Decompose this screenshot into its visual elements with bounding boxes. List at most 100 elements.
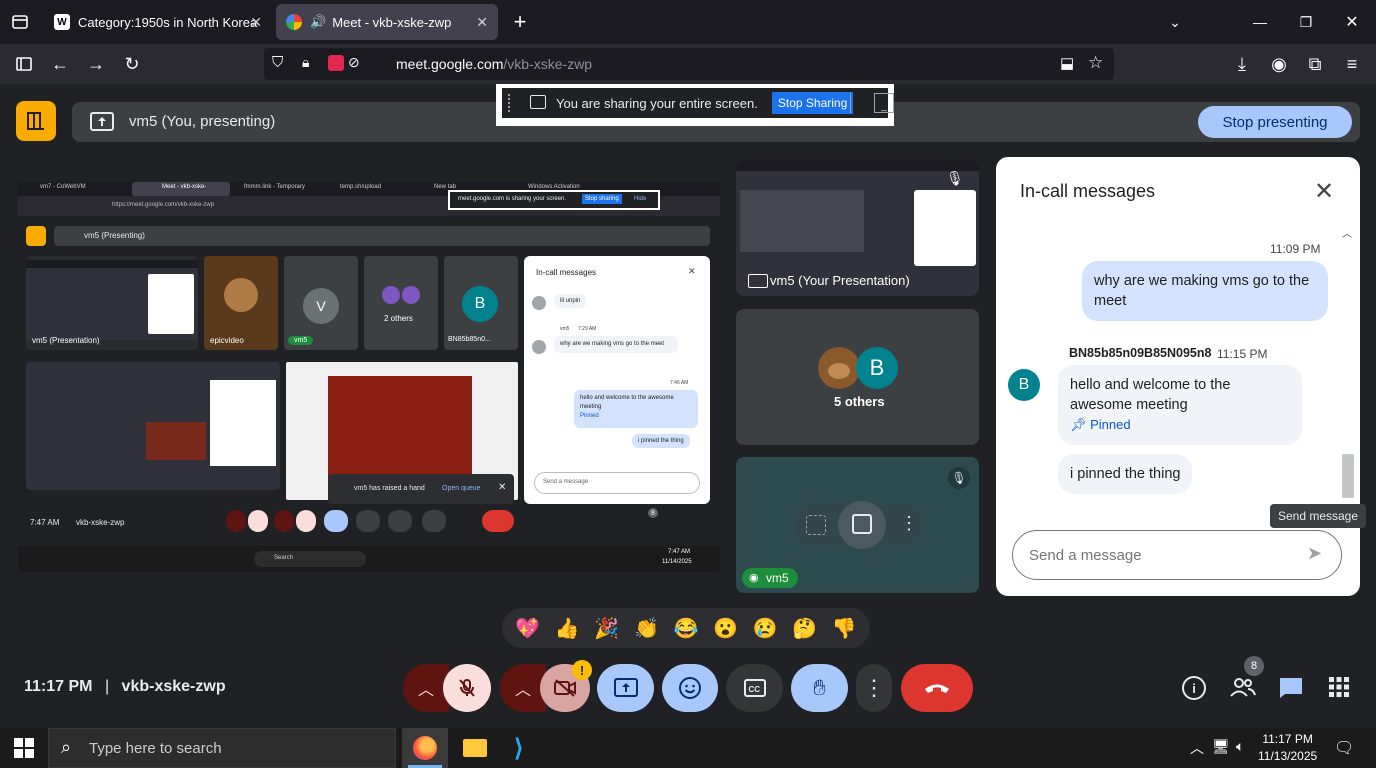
inner-chat-time: 7:46 AM <box>670 380 689 386</box>
reload-icon[interactable]: ↻ <box>120 52 144 76</box>
mic-off-icon <box>459 679 475 697</box>
screen-share-indicator-icon[interactable] <box>328 55 344 71</box>
participant-count-badge: 8 <box>1244 656 1264 676</box>
sender-avatar: B <box>1008 369 1040 401</box>
surprised-reaction[interactable]: 😮 <box>713 616 738 641</box>
pinned-label[interactable]: 📌︎ Pinned <box>1070 417 1131 432</box>
forward-icon[interactable]: → <box>84 52 108 76</box>
inner-control <box>274 510 294 532</box>
sidebar-icon[interactable] <box>12 52 36 76</box>
close-tab-icon[interactable]: ✕ <box>250 14 262 31</box>
restore-icon[interactable]: ❐ <box>1294 10 1318 34</box>
raise-hand-button[interactable]: ✋︎ <box>791 664 848 712</box>
thumbs-down-reaction[interactable]: 👎 <box>832 616 857 641</box>
send-reaction-button[interactable] <box>662 664 718 712</box>
speaker-icon[interactable]: 🔊 <box>310 14 326 30</box>
send-message-input[interactable] <box>1012 530 1342 580</box>
frame-person-icon[interactable] <box>806 515 826 535</box>
lock-icon[interactable]: 🔒︎ <box>302 54 309 71</box>
taskbar-vscode[interactable]: ⟩ <box>502 728 548 768</box>
crying-reaction[interactable]: 😢 <box>753 616 778 641</box>
others-tile[interactable]: B 5 others <box>736 309 979 445</box>
tracking-shield-icon[interactable]: ⛉ <box>272 54 283 71</box>
inner-tab: Meet - vkb-xske- <box>162 184 207 190</box>
extensions-icon[interactable]: ⧉ <box>1303 52 1327 76</box>
present-tile-icon <box>27 112 44 130</box>
effects-button[interactable] <box>838 501 886 549</box>
present-now-button[interactable] <box>597 664 654 712</box>
account-icon[interactable]: ◉ <box>1267 52 1291 76</box>
taskbar-search[interactable]: ⌕ Type here to search <box>48 728 396 768</box>
more-options-icon[interactable]: ⋮ <box>900 513 918 534</box>
inner-chat-sender: vm5 <box>560 326 570 332</box>
hide-notification-icon[interactable]: _ <box>874 93 894 113</box>
clapping-reaction[interactable]: 👏 <box>634 616 659 641</box>
more-options-button[interactable]: ⋮ <box>856 664 892 712</box>
activities-icon[interactable] <box>1328 676 1350 703</box>
tab-overview-icon[interactable] <box>8 10 32 34</box>
inner-chat-message: hello and welcome to the awesome meeting <box>580 395 674 410</box>
back-icon[interactable]: ← <box>48 52 72 76</box>
menu-icon[interactable]: ≡ <box>1340 52 1364 76</box>
scroll-up-icon[interactable]: ︿ <box>1342 225 1352 240</box>
mic-toggle-button[interactable] <box>443 664 491 712</box>
tile-actions: ⋮ <box>794 501 922 549</box>
network-icon[interactable]: 🖥︎ <box>1212 738 1230 755</box>
sparkling-heart-reaction[interactable]: 💖 <box>515 616 540 641</box>
clock-date: 11/13/2025 <box>1258 749 1318 763</box>
party-popper-reaction[interactable]: 🎉 <box>594 616 619 641</box>
stop-sharing-button[interactable]: Stop Sharing <box>771 92 854 114</box>
taskbar-clock[interactable]: 11:17 PM 11/13/2025 <box>1258 731 1317 765</box>
self-view-tile[interactable]: 🎙︎ ⋮ vm5 ◉ <box>736 457 979 593</box>
list-tabs-chevron-down-icon[interactable]: ⌄ <box>1163 10 1187 34</box>
presentation-preview-tiles <box>740 190 864 252</box>
wikipedia-icon: W <box>54 14 70 30</box>
show-hidden-icons-chevron-icon[interactable]: ︿ <box>1190 738 1204 758</box>
close-chat-icon[interactable]: ✕ <box>1314 177 1334 206</box>
inner-present-bar: vm5 (Presenting) <box>54 226 710 246</box>
inner-avatar <box>532 340 546 354</box>
new-tab-icon[interactable]: + <box>508 9 532 34</box>
tab-meet[interactable]: 🔊 Meet - vkb-xske-zwp ✕ <box>276 4 498 40</box>
your-presentation-tile[interactable]: 🎙︎ vm5 (Your Presentation) <box>736 160 979 296</box>
bookmark-star-icon[interactable]: ☆ <box>1088 53 1103 73</box>
present-screen-icon <box>90 112 114 131</box>
meeting-info-icon[interactable]: i <box>1182 676 1206 700</box>
thumbs-up-reaction[interactable]: 👍 <box>555 616 580 641</box>
mic-blocked-icon[interactable]: ⊘ <box>348 54 360 71</box>
tab-wikipedia[interactable]: W Category:1950s in North Korea ✕ <box>44 4 272 40</box>
taskbar-firefox[interactable] <box>402 728 448 768</box>
notifications-icon[interactable]: 🗨︎ <box>1334 738 1354 758</box>
inner-taskbar: Search 7:47 AM 11/14/2025 <box>18 546 720 572</box>
reactions-bar: 💖 👍 🎉 👏 😂 😮 😢 🤔 👎 <box>502 608 870 648</box>
drag-handle-icon[interactable] <box>508 94 511 112</box>
url-bar[interactable]: ⛉ 🔒︎ ⊘ meet.google.com/vkb-xske-zwp ⬓ ☆ <box>264 48 1114 80</box>
inner-recursive-screen <box>26 362 280 490</box>
install-app-icon[interactable]: ⬓ <box>1060 54 1074 72</box>
close-tab-icon[interactable]: ✕ <box>476 14 488 31</box>
chat-icon[interactable] <box>1278 676 1304 705</box>
downloads-icon[interactable]: ⤓ <box>1230 52 1254 76</box>
windows-start-icon[interactable] <box>14 738 34 763</box>
browser-tab-bar: W Category:1950s in North Korea ✕ 🔊 Meet… <box>0 0 1376 44</box>
inner-chat-time: 7:29 AM <box>578 326 597 332</box>
inner-tile-label: vm5 (Presentation) <box>32 336 100 345</box>
minimize-icon[interactable]: — <box>1248 10 1272 34</box>
captions-button[interactable]: CC <box>726 664 783 712</box>
thinking-reaction[interactable]: 🤔 <box>792 616 817 641</box>
volume-icon[interactable]: 🔈︎ <box>1236 738 1244 755</box>
stop-presenting-button[interactable]: Stop presenting <box>1198 106 1352 138</box>
people-icon[interactable] <box>1230 676 1256 704</box>
chat-scrollbar[interactable]: ︿ <box>1342 225 1354 503</box>
laughing-reaction[interactable]: 😂 <box>674 616 699 641</box>
taskbar-file-explorer[interactable] <box>452 728 498 768</box>
send-icon[interactable]: ➤ <box>1307 543 1322 564</box>
leave-call-button[interactable] <box>901 664 973 712</box>
url-text[interactable]: meet.google.com/vkb-xske-zwp <box>396 56 592 72</box>
inner-share-popup: meet.google.com is sharing your screen. … <box>448 190 660 210</box>
screen-share-icon <box>530 95 546 109</box>
shared-screen-tile[interactable]: vm7 - CoWebVM Meet - vkb-xske- fmmm.link… <box>18 182 720 572</box>
scrollbar-thumb[interactable] <box>1342 454 1354 498</box>
close-window-icon[interactable]: ✕ <box>1340 10 1364 34</box>
inner-chat-preview <box>148 274 194 334</box>
